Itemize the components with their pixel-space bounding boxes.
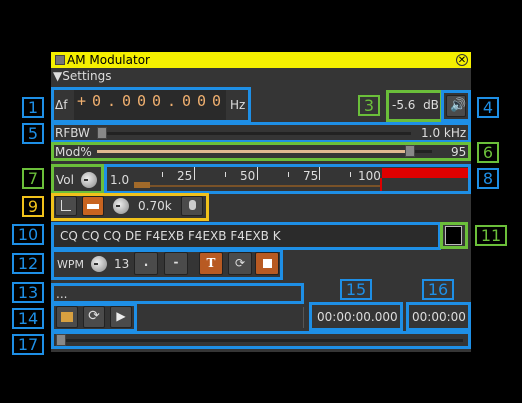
- callout-number: 10: [12, 224, 44, 245]
- window-menu-icon[interactable]: [55, 55, 65, 65]
- callout-box-11: [440, 222, 468, 249]
- callout-box-17: [51, 331, 471, 349]
- callout-box-14: [51, 303, 137, 332]
- callout-box-1: [51, 87, 251, 123]
- callout-box-13: [51, 283, 304, 304]
- close-icon[interactable]: ✕: [456, 54, 468, 66]
- callout-box-12: [51, 249, 283, 280]
- callout-number: 17: [12, 334, 44, 355]
- callout-box-10: [51, 222, 441, 250]
- callout-number: 16: [422, 279, 454, 300]
- callout-box-4: [441, 90, 471, 122]
- callout-number: 13: [12, 282, 44, 303]
- callout-number: 8: [477, 168, 499, 189]
- callout-box-6: [51, 142, 471, 161]
- callout-number: 12: [12, 253, 44, 274]
- window-title: AM Modulator: [67, 53, 150, 67]
- callout-number: 6: [477, 142, 499, 163]
- callout-box-3: [386, 90, 443, 122]
- settings-header[interactable]: ▼Settings: [53, 69, 111, 83]
- callout-number: 14: [12, 308, 44, 329]
- callout-box-9: [51, 193, 209, 221]
- separator: [303, 307, 304, 328]
- callout-box-8: [104, 164, 471, 194]
- callout-number: 15: [340, 279, 372, 300]
- callout-number: 4: [477, 97, 499, 118]
- callout-box-16: [406, 302, 471, 331]
- callout-number: 5: [22, 123, 44, 144]
- callout-number: 9: [22, 196, 44, 217]
- callout-box-15: [309, 302, 403, 331]
- callout-box-7: [51, 164, 104, 194]
- callout-number: 11: [475, 225, 507, 246]
- collapse-triangle-icon: ▼: [53, 69, 63, 83]
- callout-box-5: [51, 122, 471, 143]
- callout-number: 3: [358, 95, 380, 116]
- title-bar[interactable]: AM Modulator ✕: [51, 52, 471, 68]
- callout-number: 7: [22, 168, 44, 189]
- settings-label: Settings: [62, 69, 112, 83]
- callout-number: 1: [22, 97, 44, 118]
